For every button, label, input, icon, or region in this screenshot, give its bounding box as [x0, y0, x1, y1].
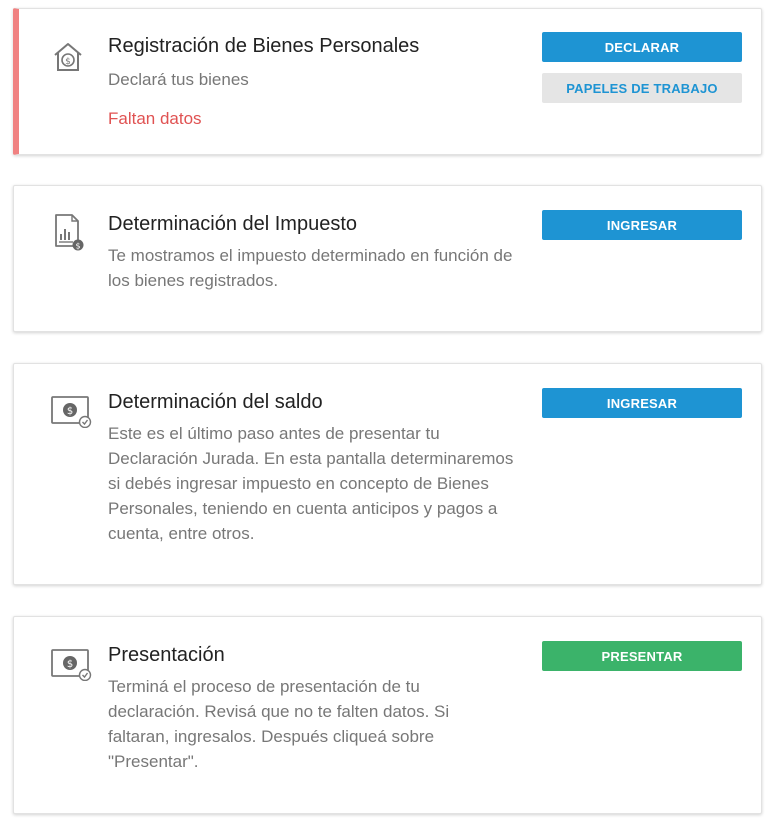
dollar-monitor-check-icon: $ — [50, 647, 92, 683]
declarar-button[interactable]: DECLARAR — [542, 32, 742, 62]
card-determinacion-impuesto: $ Determinación del Impuesto Te mostramo… — [13, 185, 762, 332]
svg-text:$: $ — [75, 242, 80, 251]
house-dollar-icon: $ — [50, 39, 86, 75]
ingresar-saldo-button[interactable]: INGRESAR — [542, 388, 742, 418]
card-description: Te mostramos el impuesto determinado en … — [108, 246, 513, 290]
papeles-de-trabajo-button[interactable]: PAPELES DE TRABAJO — [542, 73, 742, 103]
card-description: Declará tus bienes — [108, 70, 249, 89]
card-title: Registración de Bienes Personales — [108, 35, 420, 57]
svg-text:$: $ — [67, 659, 73, 670]
card-description: Terminá el proceso de presentación de tu… — [108, 677, 450, 771]
card-description: Este es el último paso antes de presenta… — [108, 424, 514, 543]
report-chart-dollar-icon: $ — [50, 212, 86, 251]
card-title: Determinación del saldo — [108, 391, 323, 413]
svg-text:$: $ — [65, 57, 71, 67]
status-warning: Faltan datos — [108, 109, 202, 128]
card-title: Determinación del Impuesto — [108, 213, 358, 235]
svg-text:$: $ — [67, 406, 73, 417]
dollar-monitor-check-icon: $ — [50, 394, 92, 430]
card-presentacion: $ Presentación Terminá el proceso de pre… — [13, 616, 762, 814]
card-title: Presentación — [108, 644, 225, 666]
ingresar-impuesto-button[interactable]: INGRESAR — [542, 210, 742, 240]
card-determinacion-saldo: $ Determinación del saldo Este es el últ… — [13, 363, 762, 585]
card-registracion-bienes: $ Registración de Bienes Personales Decl… — [13, 8, 762, 155]
presentar-button[interactable]: PRESENTAR — [542, 641, 742, 671]
